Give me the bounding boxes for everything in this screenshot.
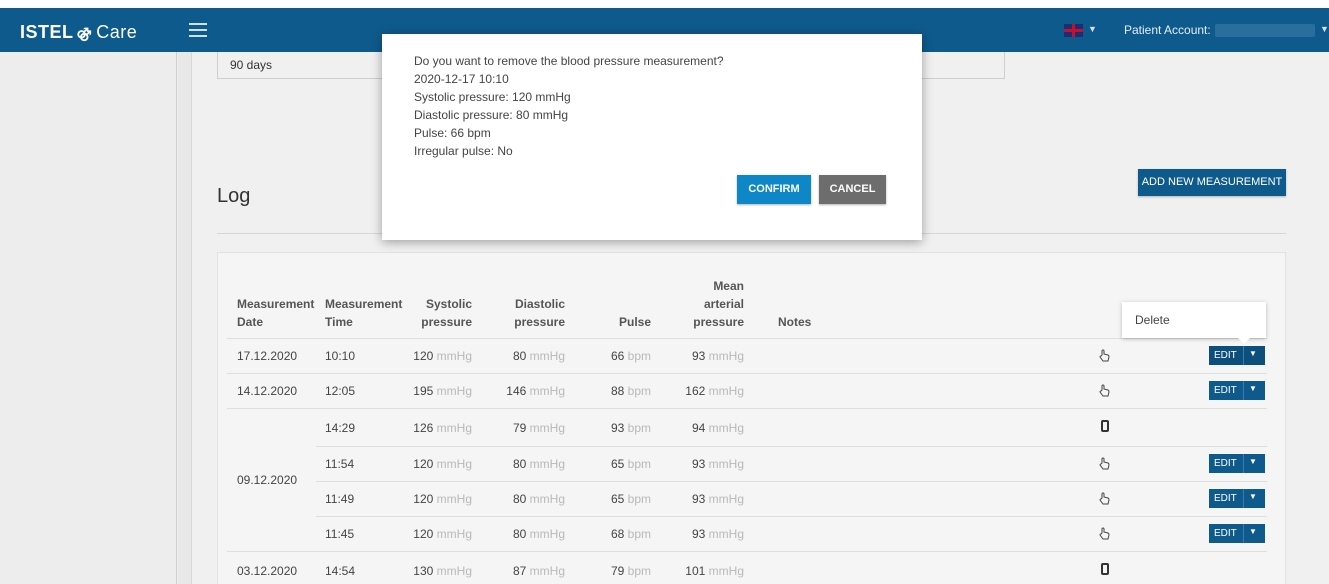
dialog-systolic: Systolic pressure: 120 mmHg [414,90,571,104]
cell-date: 03.12.2020 [237,564,298,578]
edit-dropdown-menu: Delete [1122,302,1266,344]
cell-time: 11:49 [325,492,355,506]
cell-diastolic: 79 mmHg [512,421,565,435]
confirm-button[interactable]: CONFIRM [737,175,811,204]
cancel-button[interactable]: CANCEL [819,175,886,204]
cell-date: 09.12.2020 [237,473,298,487]
content-edge [178,52,192,584]
cell-pulse: 66 bpm [610,349,651,363]
cell-map: 93 mmHg [691,457,744,471]
plug-icon: ⚣ [76,25,93,41]
uk-flag-icon[interactable] [1064,24,1083,37]
cell-time: 11:54 [325,457,355,471]
cell-map: 93 mmHg [691,492,744,506]
left-panel [0,52,177,584]
row-divider [227,551,1267,552]
cell-map: 93 mmHg [691,349,744,363]
chevron-down-icon[interactable]: ▼ [1249,384,1257,393]
cell-diastolic: 80 mmHg [512,349,565,363]
app-logo[interactable]: ISTEL ⚣ Care [20,22,137,43]
header-mean-arterial-pressure[interactable]: Mean arterial pressure [684,277,744,331]
hand-icon [1099,492,1110,505]
row-divider [316,516,1267,517]
row-divider [316,446,1267,447]
patient-account-label: Patient Account: [1124,23,1211,37]
cell-time: 11:45 [325,527,355,541]
cell-map: 94 mmHg [691,421,744,435]
cell-pulse: 65 bpm [610,457,651,471]
cell-time: 14:54 [325,564,356,578]
row-divider [227,338,1267,339]
edit-button[interactable]: EDIT ▼ [1209,524,1265,543]
add-new-measurement-button[interactable]: ADD NEW MEASUREMENT [1138,169,1286,196]
cell-map: 93 mmHg [691,527,744,541]
header-systolic[interactable]: Systolic pressure [412,295,472,331]
cell-systolic: 120 mmHg [413,349,472,363]
cell-systolic: 195 mmHg [413,384,472,398]
hand-icon [1099,349,1110,362]
edit-button[interactable]: EDIT ▼ [1209,381,1265,400]
chevron-down-icon[interactable]: ▼ [1320,24,1329,34]
cell-time: 10:10 [325,349,356,363]
chevron-down-icon[interactable]: ▼ [1249,349,1257,358]
edit-button[interactable]: EDIT ▼ [1209,489,1265,508]
chevron-down-icon[interactable]: ▼ [1249,457,1257,466]
row-divider [227,408,1267,409]
cell-systolic: 120 mmHg [413,457,472,471]
dialog-datetime: 2020-12-17 10:10 [414,72,509,86]
cell-map: 162 mmHg [685,384,744,398]
header-measurement-time[interactable]: Measurement Time [325,295,402,331]
top-strip [0,0,1329,8]
cell-diastolic: 146 mmHg [506,384,565,398]
header-diastolic[interactable]: Diastolic pressure [500,295,565,331]
cell-time: 12:05 [325,384,356,398]
row-divider [316,481,1267,482]
cell-diastolic: 80 mmHg [512,527,565,541]
range-value: 90 days [230,58,273,72]
dialog-question: Do you want to remove the blood pressure… [414,54,724,68]
cell-time: 14:29 [325,421,356,435]
cell-diastolic: 80 mmHg [512,492,565,506]
dialog-pulse: Pulse: 66 bpm [414,126,491,140]
chevron-down-icon[interactable]: ▼ [1249,527,1257,536]
cell-diastolic: 87 mmHg [512,564,565,578]
cell-pulse: 88 bpm [610,384,651,398]
edit-button[interactable]: EDIT ▼ [1209,454,1265,473]
log-title: Log [217,185,251,207]
hand-icon [1099,384,1110,397]
cell-pulse: 93 bpm [610,421,651,435]
cell-date: 14.12.2020 [237,384,298,398]
cell-systolic: 120 mmHg [413,492,472,506]
cell-systolic: 120 mmHg [413,527,472,541]
dialog-irregular: Irregular pulse: No [414,144,513,158]
cell-pulse: 65 bpm [610,492,651,506]
cell-systolic: 126 mmHg [413,421,472,435]
cell-map: 101 mmHg [685,564,744,578]
header-pulse[interactable]: Pulse [600,313,651,331]
chevron-down-icon[interactable]: ▼ [1249,492,1257,501]
cell-date: 17.12.2020 [237,349,298,363]
cell-diastolic: 80 mmHg [512,457,565,471]
hand-icon [1099,457,1110,470]
confirm-delete-dialog: Do you want to remove the blood pressure… [382,34,922,240]
cell-pulse: 68 bpm [610,527,651,541]
dialog-diastolic: Diastolic pressure: 80 mmHg [414,108,569,122]
row-divider [227,373,1267,374]
patient-account-name-redacted[interactable] [1215,24,1315,37]
cell-systolic: 130 mmHg [413,564,472,578]
delete-menu-item[interactable]: Delete [1135,313,1170,327]
hand-icon [1099,527,1110,540]
phone-icon [1101,563,1109,575]
header-measurement-date[interactable]: Measurement Date [237,295,314,331]
edit-button[interactable]: EDIT ▼ [1209,346,1265,365]
cell-pulse: 79 bpm [610,564,651,578]
header-notes[interactable]: Notes [778,313,811,331]
menu-icon[interactable] [189,23,207,37]
phone-icon [1101,420,1109,432]
chevron-down-icon[interactable]: ▼ [1088,24,1097,34]
dropdown-arrow [1238,338,1250,344]
